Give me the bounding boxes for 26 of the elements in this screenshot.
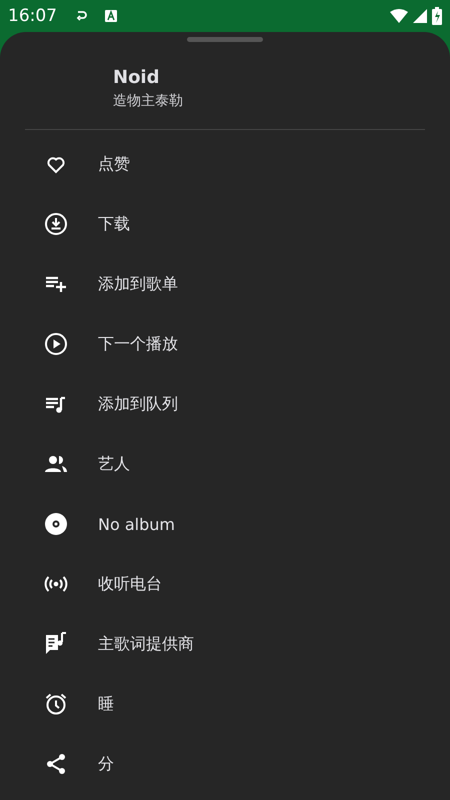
drag-handle[interactable] — [187, 37, 263, 42]
menu-item[interactable]: No album — [0, 494, 450, 554]
menu-item[interactable]: 下载 — [0, 194, 450, 254]
menu-item[interactable]: 分 — [0, 734, 450, 794]
download-icon — [44, 212, 68, 236]
menu-item[interactable]: 点赞 — [0, 134, 450, 194]
menu-item[interactable]: 收听电台 — [0, 554, 450, 614]
menu-item[interactable]: 添加到歌单 — [0, 254, 450, 314]
menu-item[interactable]: 睡 — [0, 674, 450, 734]
disc-icon — [44, 512, 68, 536]
menu-item[interactable]: 艺人 — [0, 434, 450, 494]
status-time: 16:07 — [8, 6, 57, 26]
alarm-clock-icon — [44, 692, 68, 716]
wifi-icon — [390, 9, 408, 23]
artist-name: 造物主泰勒 — [113, 92, 183, 110]
menu-item[interactable]: 添加到队列 — [0, 374, 450, 434]
battery-icon — [432, 7, 442, 25]
share-icon — [44, 752, 68, 776]
menu-item[interactable]: 下一个播放 — [0, 314, 450, 374]
sync-icon — [75, 10, 87, 22]
play-icon — [44, 332, 68, 356]
signal-icon — [413, 9, 427, 23]
menu-item[interactable]: 主歌词提供商 — [0, 614, 450, 674]
lyrics-icon — [44, 632, 68, 656]
keyboard-icon — [105, 10, 117, 22]
song-title: Noid — [113, 67, 160, 88]
